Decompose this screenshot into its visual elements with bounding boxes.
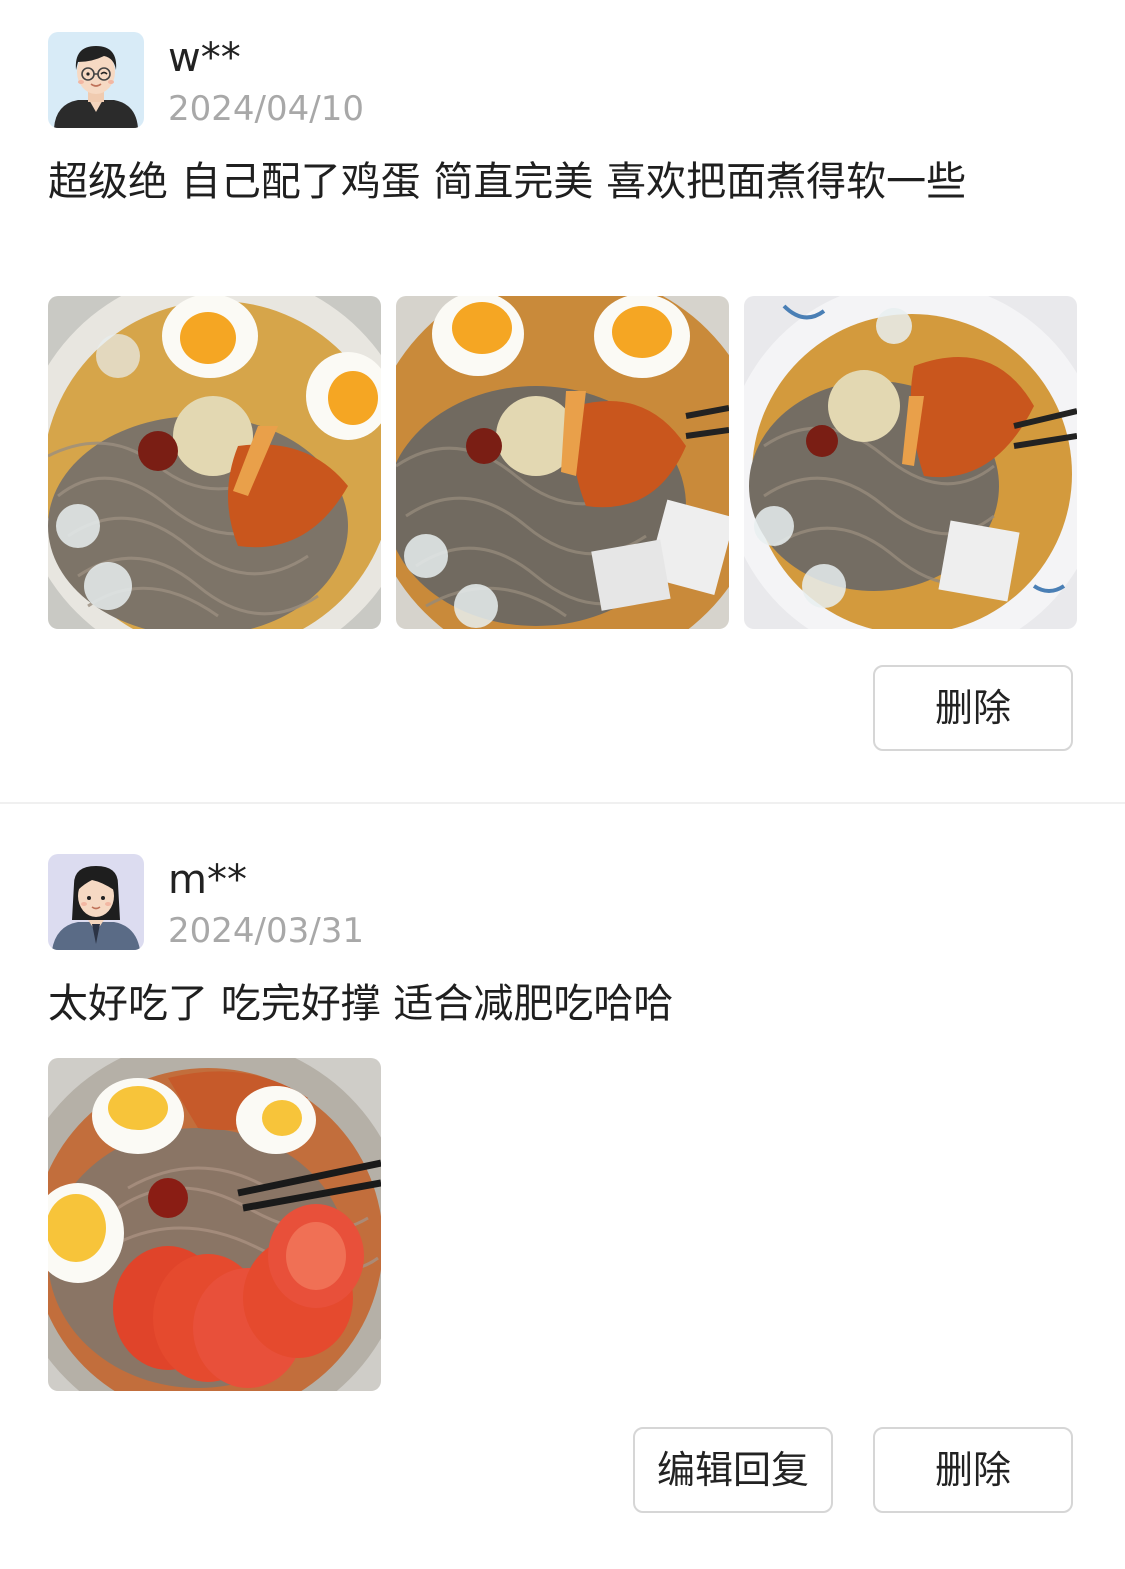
review-card: m** 2024/03/31 太好吃了 吃完好撑 适合减肥吃哈哈 编辑回复 删除 xyxy=(0,804,1125,1569)
review-comment: 超级绝 自己配了鸡蛋 简直完美 喜欢把面煮得软一些 xyxy=(48,159,967,205)
review-photo[interactable] xyxy=(48,296,381,629)
avatar-woman-icon xyxy=(48,854,144,950)
review-photo[interactable] xyxy=(744,296,1077,629)
avatar[interactable] xyxy=(48,854,144,950)
avatar[interactable] xyxy=(48,32,144,128)
review-date: 2024/04/10 xyxy=(168,89,364,129)
review-photo[interactable] xyxy=(396,296,729,629)
review-date: 2024/03/31 xyxy=(168,911,364,951)
review-card: w** 2024/04/10 超级绝 自己配了鸡蛋 简直完美 喜欢把面煮得软一些 xyxy=(0,0,1125,802)
review-photo[interactable] xyxy=(48,1058,381,1391)
edit-reply-button[interactable]: 编辑回复 xyxy=(633,1427,833,1513)
delete-button[interactable]: 删除 xyxy=(873,665,1073,751)
avatar-man-glasses-icon xyxy=(48,32,144,128)
username: w** xyxy=(168,35,241,81)
delete-button[interactable]: 删除 xyxy=(873,1427,1073,1513)
username: m** xyxy=(168,857,247,903)
review-comment: 太好吃了 吃完好撑 适合减肥吃哈哈 xyxy=(48,981,674,1027)
